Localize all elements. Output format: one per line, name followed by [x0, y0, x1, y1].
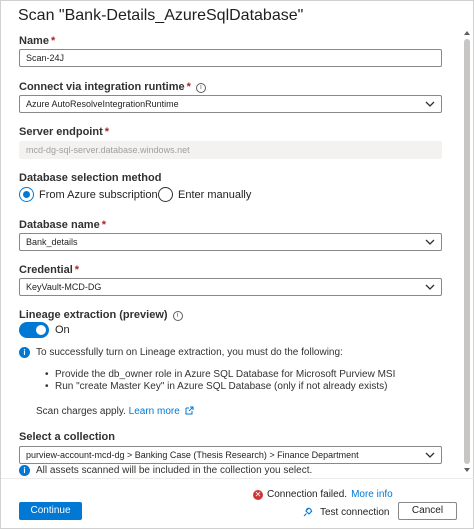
lineage-label: Lineage extraction (preview) i [19, 309, 183, 321]
cancel-button[interactable]: Cancel [398, 502, 457, 520]
radio-enter-manually[interactable]: Enter manually [158, 187, 251, 202]
lineage-intro-text: To successfully turn on Lineage extracti… [36, 347, 343, 358]
plug-icon [303, 507, 313, 517]
continue-button[interactable]: Continue [19, 502, 82, 520]
runtime-select[interactable]: Azure AutoResolveIntegrationRuntime [19, 95, 442, 113]
panel-title: Scan "Bank-Details_AzureSqlDatabase" [18, 7, 304, 24]
required-mark: * [186, 81, 191, 93]
lineage-toggle[interactable] [19, 322, 49, 338]
radio-indicator [158, 187, 173, 202]
collection-label: Select a collection [19, 431, 115, 443]
lineage-bullet: Provide the db_owner role in Azure SQL D… [45, 369, 395, 380]
lineage-bullet: Run "create Master Key" in Azure SQL Dat… [45, 381, 387, 392]
required-mark: * [74, 264, 80, 276]
name-label: Name * [19, 35, 56, 47]
footer-divider [1, 478, 474, 479]
db-name-label: Database name * [19, 219, 106, 231]
runtime-value: Azure AutoResolveIntegrationRuntime [26, 99, 179, 109]
more-info-link[interactable]: More info [351, 489, 393, 500]
test-connection-label: Test connection [320, 506, 390, 518]
chevron-down-icon [425, 452, 435, 458]
chevron-down-icon [425, 239, 435, 245]
test-connection-button[interactable]: Test connection [302, 506, 390, 518]
connection-status: ✕ Connection failed. More info [253, 489, 393, 500]
server-endpoint-field: mcd-dg-sql-server.database.windows.net [19, 141, 442, 159]
radio-from-azure[interactable]: From Azure subscription [19, 187, 158, 202]
db-name-value: Bank_details [26, 237, 78, 247]
db-method-label: Database selection method [19, 172, 162, 184]
info-circle-icon: i [19, 465, 30, 476]
charges-label: Scan charges apply. [36, 406, 126, 417]
status-text: Connection failed. [267, 489, 348, 500]
radio-selected-indicator [19, 187, 34, 202]
chevron-down-icon [425, 101, 435, 107]
toggle-state-label: On [55, 324, 70, 336]
info-icon[interactable]: i [195, 83, 206, 93]
credential-select[interactable]: KeyVault-MCD-DG [19, 278, 442, 296]
error-circle-icon: ✕ [253, 489, 263, 500]
required-mark: * [101, 219, 106, 231]
collection-select[interactable]: purview-account-mcd-dg > Banking Case (T… [19, 446, 442, 464]
radio-label: Enter manually [178, 188, 252, 201]
chevron-down-icon [425, 284, 435, 290]
info-icon[interactable]: i [172, 311, 183, 321]
collection-value: purview-account-mcd-dg > Banking Case (T… [26, 450, 359, 460]
external-link-icon [185, 406, 194, 415]
scroll-up-icon[interactable] [463, 29, 471, 37]
server-label: Server endpoint * [19, 126, 110, 138]
required-mark: * [50, 35, 56, 47]
scan-charges-text: Scan charges apply. Learn more [36, 406, 194, 417]
scrollbar[interactable] [463, 29, 471, 474]
scan-panel: Scan "Bank-Details_AzureSqlDatabase" Nam… [0, 0, 474, 529]
credential-label: Credential * [19, 264, 80, 276]
required-mark: * [104, 126, 110, 138]
scroll-down-icon[interactable] [463, 466, 471, 474]
credential-value: KeyVault-MCD-DG [26, 282, 102, 292]
name-input[interactable]: Scan-24J [19, 49, 442, 67]
db-name-select[interactable]: Bank_details [19, 233, 442, 251]
scrollbar-thumb[interactable] [464, 39, 470, 464]
info-circle-icon: i [19, 347, 30, 358]
radio-label: From Azure subscription [39, 188, 158, 201]
learn-more-link[interactable]: Learn more [129, 406, 194, 417]
runtime-label: Connect via integration runtime * i [19, 81, 206, 93]
collection-note: All assets scanned will be included in t… [36, 465, 313, 476]
